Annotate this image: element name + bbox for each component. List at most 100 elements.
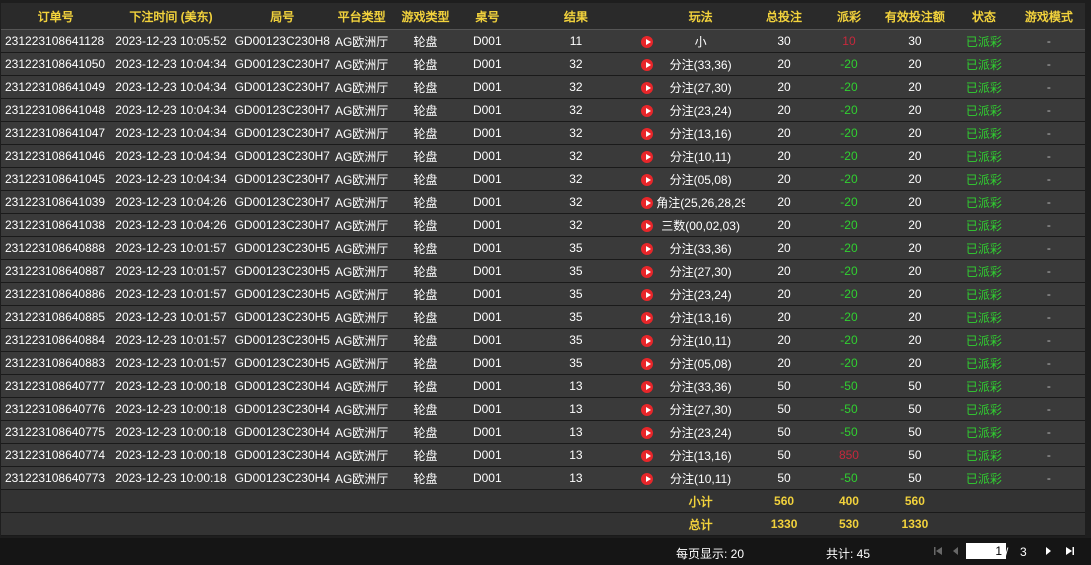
- platform: AG欧洲厅: [332, 328, 391, 352]
- play-circle-icon[interactable]: [641, 426, 654, 439]
- play-circle-icon[interactable]: [641, 173, 654, 186]
- play-circle-icon[interactable]: [641, 265, 654, 278]
- page-number-input[interactable]: [966, 543, 1006, 559]
- total-pages: 3: [1020, 545, 1027, 559]
- play-circle-icon[interactable]: [641, 311, 654, 324]
- bet-records-table: 订单号 下注时间 (美东) 局号 平台类型 游戏类型 桌号 结果 玩法 总投注 派彩 有效投注额 状态…: [1, 3, 1085, 536]
- play-circle-cell[interactable]: [637, 144, 657, 168]
- play-circle-icon[interactable]: [641, 242, 654, 255]
- platform: AG欧洲厅: [332, 374, 391, 398]
- play-circle-icon[interactable]: [641, 127, 654, 140]
- play-circle-cell[interactable]: [637, 443, 657, 467]
- table-row: 231223108640776 2023-12-23 10:00:18 GD0012…: [1, 397, 1085, 421]
- bet-time: 2023-12-23 10:01:57: [110, 305, 232, 329]
- total-valid: 1330: [874, 512, 956, 536]
- result: 35: [514, 328, 638, 352]
- subtotal-bet: 560: [744, 489, 824, 513]
- play-circle-cell[interactable]: [637, 75, 657, 99]
- play-circle-cell[interactable]: [637, 236, 657, 260]
- play-type: 分注(13,16): [656, 305, 745, 329]
- table-row: 231223108641048 2023-12-23 10:04:34 GD0012…: [1, 98, 1085, 122]
- play-circle-icon[interactable]: [641, 288, 654, 301]
- platform: AG欧洲厅: [332, 305, 391, 329]
- round-id: GD00123C230H7: [231, 167, 333, 191]
- order-id: 231223108641128: [1, 29, 111, 53]
- play-circle-cell[interactable]: [637, 374, 657, 398]
- valid-bet: 20: [874, 190, 956, 214]
- payout: 850: [823, 443, 875, 467]
- play-circle-cell[interactable]: [637, 98, 657, 122]
- col-table-no-header: 桌号: [460, 3, 515, 30]
- play-circle-cell[interactable]: [637, 397, 657, 421]
- platform: AG欧洲厅: [332, 466, 391, 490]
- play-circle-cell[interactable]: [637, 52, 657, 76]
- total-bet: 50: [744, 397, 824, 421]
- play-circle-icon[interactable]: [641, 81, 654, 94]
- game-type: 轮盘: [390, 29, 461, 53]
- result: 32: [514, 213, 638, 237]
- play-circle-cell[interactable]: [637, 420, 657, 444]
- result: 32: [514, 167, 638, 191]
- next-page-icon[interactable]: [1043, 546, 1053, 556]
- play-type: 三数(00,02,03): [656, 213, 745, 237]
- play-circle-cell[interactable]: [637, 167, 657, 191]
- first-page-icon[interactable]: [933, 546, 943, 556]
- order-id: 231223108641039: [1, 190, 111, 214]
- total-bet: 20: [744, 167, 824, 191]
- platform: AG欧洲厅: [332, 167, 391, 191]
- platform: AG欧洲厅: [332, 98, 391, 122]
- total-bet: 50: [744, 443, 824, 467]
- table-no: D001: [460, 282, 515, 306]
- payout: -50: [823, 420, 875, 444]
- pagination-bar: 每页显示: 20 共计: 45 / 3: [0, 538, 1091, 565]
- col-platform-header: 平台类型: [332, 3, 391, 30]
- game-mode: -: [1012, 98, 1085, 122]
- play-circle-cell[interactable]: [637, 466, 657, 490]
- order-id: 231223108641046: [1, 144, 111, 168]
- game-mode: -: [1012, 144, 1085, 168]
- total-bet: 20: [744, 351, 824, 375]
- play-circle-icon[interactable]: [641, 449, 654, 462]
- play-circle-cell[interactable]: [637, 351, 657, 375]
- payout: -20: [823, 144, 875, 168]
- game-type: 轮盘: [390, 420, 461, 444]
- result: 35: [514, 282, 638, 306]
- game-mode: -: [1012, 52, 1085, 76]
- play-circle-icon[interactable]: [641, 472, 654, 485]
- status: 已派彩: [955, 144, 1013, 168]
- play-circle-cell[interactable]: [637, 328, 657, 352]
- play-circle-icon[interactable]: [641, 104, 654, 117]
- play-circle-cell[interactable]: [637, 259, 657, 283]
- platform: AG欧洲厅: [332, 75, 391, 99]
- bet-time: 2023-12-23 10:04:34: [110, 144, 232, 168]
- play-circle-icon[interactable]: [641, 35, 654, 48]
- play-circle-icon[interactable]: [641, 403, 654, 416]
- play-circle-icon[interactable]: [641, 58, 654, 71]
- play-circle-cell[interactable]: [637, 190, 657, 214]
- table-row: 231223108640884 2023-12-23 10:01:57 GD0012…: [1, 328, 1085, 352]
- last-page-icon[interactable]: [1065, 546, 1075, 556]
- round-id: GD00123C230H5: [231, 282, 333, 306]
- play-circle-icon[interactable]: [641, 219, 654, 232]
- payout: -50: [823, 466, 875, 490]
- play-circle-icon[interactable]: [641, 196, 654, 209]
- play-circle-cell[interactable]: [637, 282, 657, 306]
- valid-bet: 20: [874, 167, 956, 191]
- col-play-type-header: 玩法: [656, 3, 745, 30]
- play-circle-icon[interactable]: [641, 150, 654, 163]
- play-circle-icon[interactable]: [641, 334, 654, 347]
- total-bet: 20: [744, 282, 824, 306]
- play-type: 分注(33,36): [656, 52, 745, 76]
- prev-page-icon[interactable]: [951, 546, 961, 556]
- play-circle-icon[interactable]: [641, 357, 654, 370]
- play-circle-cell[interactable]: [637, 29, 657, 53]
- subtotal-valid: 560: [874, 489, 956, 513]
- per-page-label: 每页显示: 20: [676, 547, 745, 561]
- play-type: 分注(13,16): [656, 121, 745, 145]
- play-circle-icon[interactable]: [641, 380, 654, 393]
- payout: -20: [823, 259, 875, 283]
- play-circle-cell[interactable]: [637, 213, 657, 237]
- play-circle-cell[interactable]: [637, 121, 657, 145]
- col-icon-header: [637, 3, 657, 30]
- play-circle-cell[interactable]: [637, 305, 657, 329]
